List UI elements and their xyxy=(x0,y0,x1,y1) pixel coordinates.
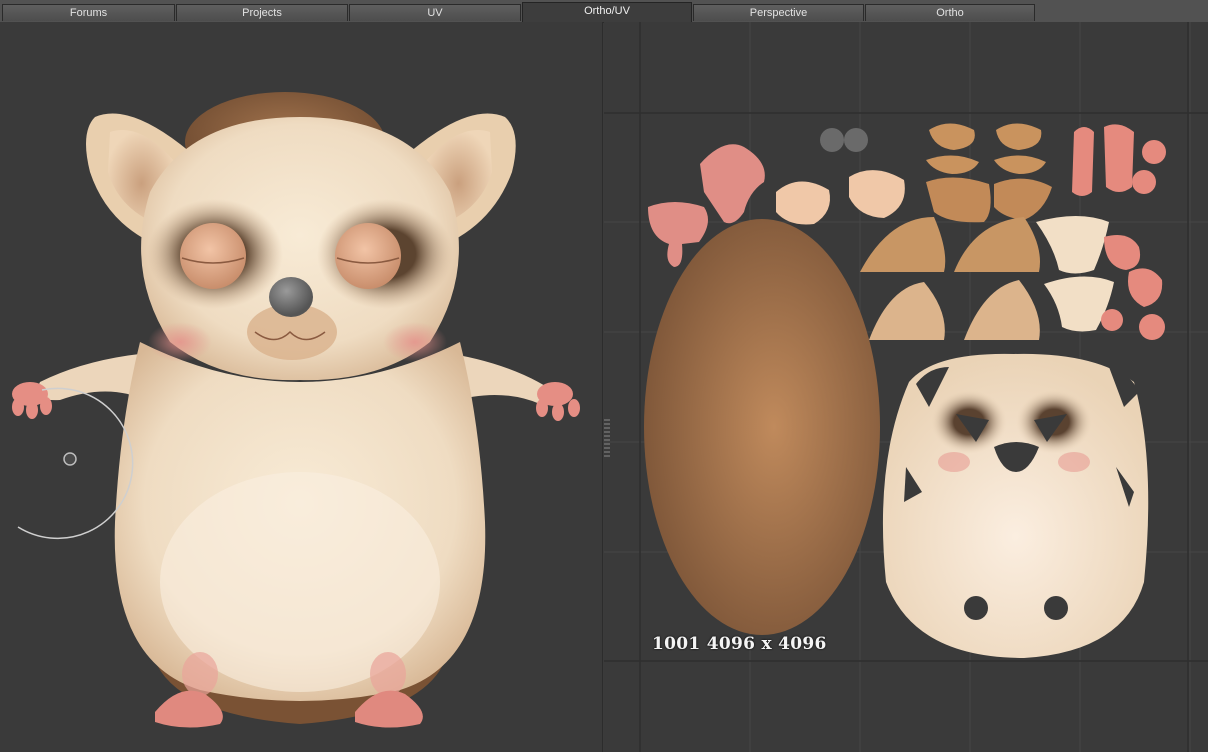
tab-uv[interactable]: UV xyxy=(349,4,521,21)
tab-forums[interactable]: Forums xyxy=(2,4,175,21)
ortho-viewport[interactable] xyxy=(0,22,603,752)
uv-tile-label: 1001 4096 x 4096 xyxy=(652,634,827,654)
tab-perspective[interactable]: Perspective xyxy=(693,4,864,21)
tab-ortho[interactable]: Ortho xyxy=(865,4,1035,21)
uv-viewport[interactable]: 1001 4096 x 4096 xyxy=(604,22,1208,752)
tab-ortho-uv[interactable]: Ortho/UV xyxy=(522,2,692,22)
lemur-model-front-view xyxy=(12,92,580,728)
tab-projects[interactable]: Projects xyxy=(176,4,348,21)
tab-bar: Forums Projects UV Ortho/UV Perspective … xyxy=(0,0,1208,23)
